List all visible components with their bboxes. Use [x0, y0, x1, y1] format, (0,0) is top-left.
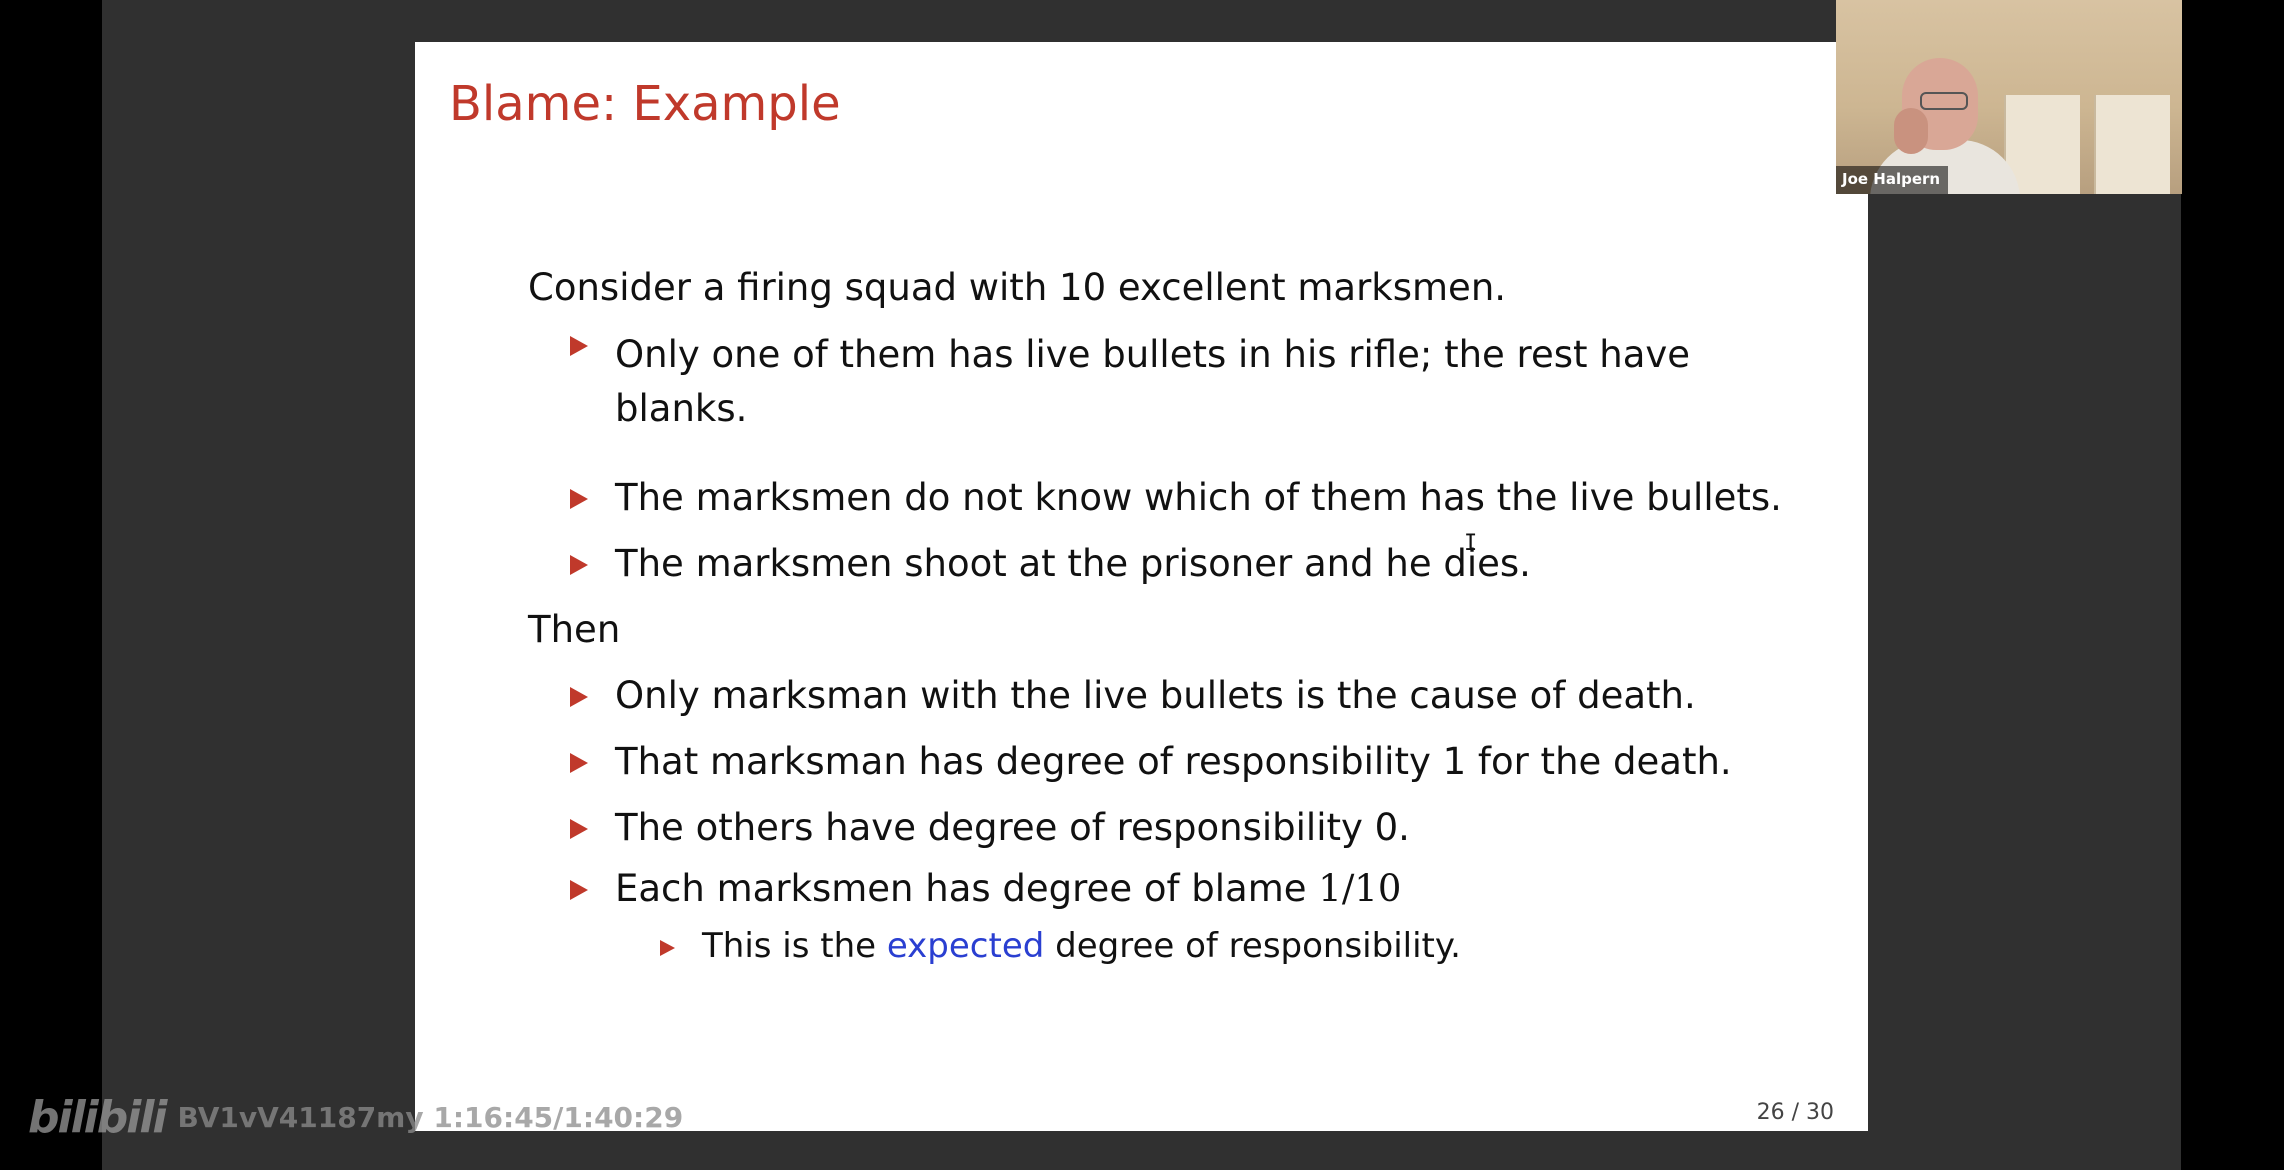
triangle-right-icon — [570, 687, 588, 707]
then-label: Then — [528, 608, 621, 651]
sub-item-before: This is the — [702, 926, 887, 966]
blame-fraction: 1/10 — [1318, 867, 1402, 910]
screen: Blame: Example Consider a firing squad w… — [0, 0, 2284, 1170]
setup-item-1-line2: blanks. — [615, 387, 748, 430]
text-cursor-icon: I — [1464, 531, 1478, 556]
triangle-right-icon — [570, 555, 588, 575]
intro-text: Consider a firing squad with 10 excellen… — [528, 266, 1507, 309]
conclusion-item-3: The others have degree of responsibility… — [615, 806, 1410, 849]
triangle-right-icon — [570, 819, 588, 839]
conclusion-item-2: That marksman has degree of responsibili… — [615, 740, 1732, 783]
setup-item-3: The marksmen shoot at the prisoner and h… — [615, 542, 1531, 585]
bilibili-logo: bilibili — [28, 1091, 167, 1143]
background-door — [2094, 95, 2170, 194]
triangle-right-icon — [570, 880, 588, 900]
watermark-text: BV1vV41187my 1:16:45/1:40:29 — [177, 1100, 684, 1134]
conclusion-item-4: Each marksmen has degree of blame 1/10 — [615, 867, 1401, 911]
participant-video-tile[interactable]: Joe Halpern — [1836, 0, 2182, 194]
triangle-right-icon — [570, 336, 588, 356]
video-watermark: bilibili BV1vV41187my 1:16:45/1:40:29 — [28, 1089, 683, 1145]
participant-hand — [1894, 108, 1928, 154]
participant-name: Joe Halpern — [1836, 166, 1949, 194]
setup-item-1-line1: Only one of them has live bullets in his… — [615, 333, 1691, 376]
triangle-right-icon — [660, 940, 675, 956]
triangle-right-icon — [570, 489, 588, 509]
triangle-right-icon — [570, 753, 588, 773]
sub-item-after: degree of responsibility. — [1044, 926, 1461, 966]
participant-glasses — [1920, 92, 1968, 110]
slide: Blame: Example Consider a firing squad w… — [415, 42, 1868, 1131]
sub-item: This is the expected degree of responsib… — [702, 926, 1461, 967]
sub-item-emphasis: expected — [886, 926, 1045, 966]
conclusion-item-4-text: Each marksmen has degree of blame — [615, 867, 1319, 910]
setup-item-2: The marksmen do not know which of them h… — [615, 476, 1782, 519]
page-number: 26 / 30 — [1756, 1100, 1834, 1125]
slide-title: Blame: Example — [449, 76, 841, 132]
conclusion-item-1: Only marksman with the live bullets is t… — [615, 674, 1696, 717]
